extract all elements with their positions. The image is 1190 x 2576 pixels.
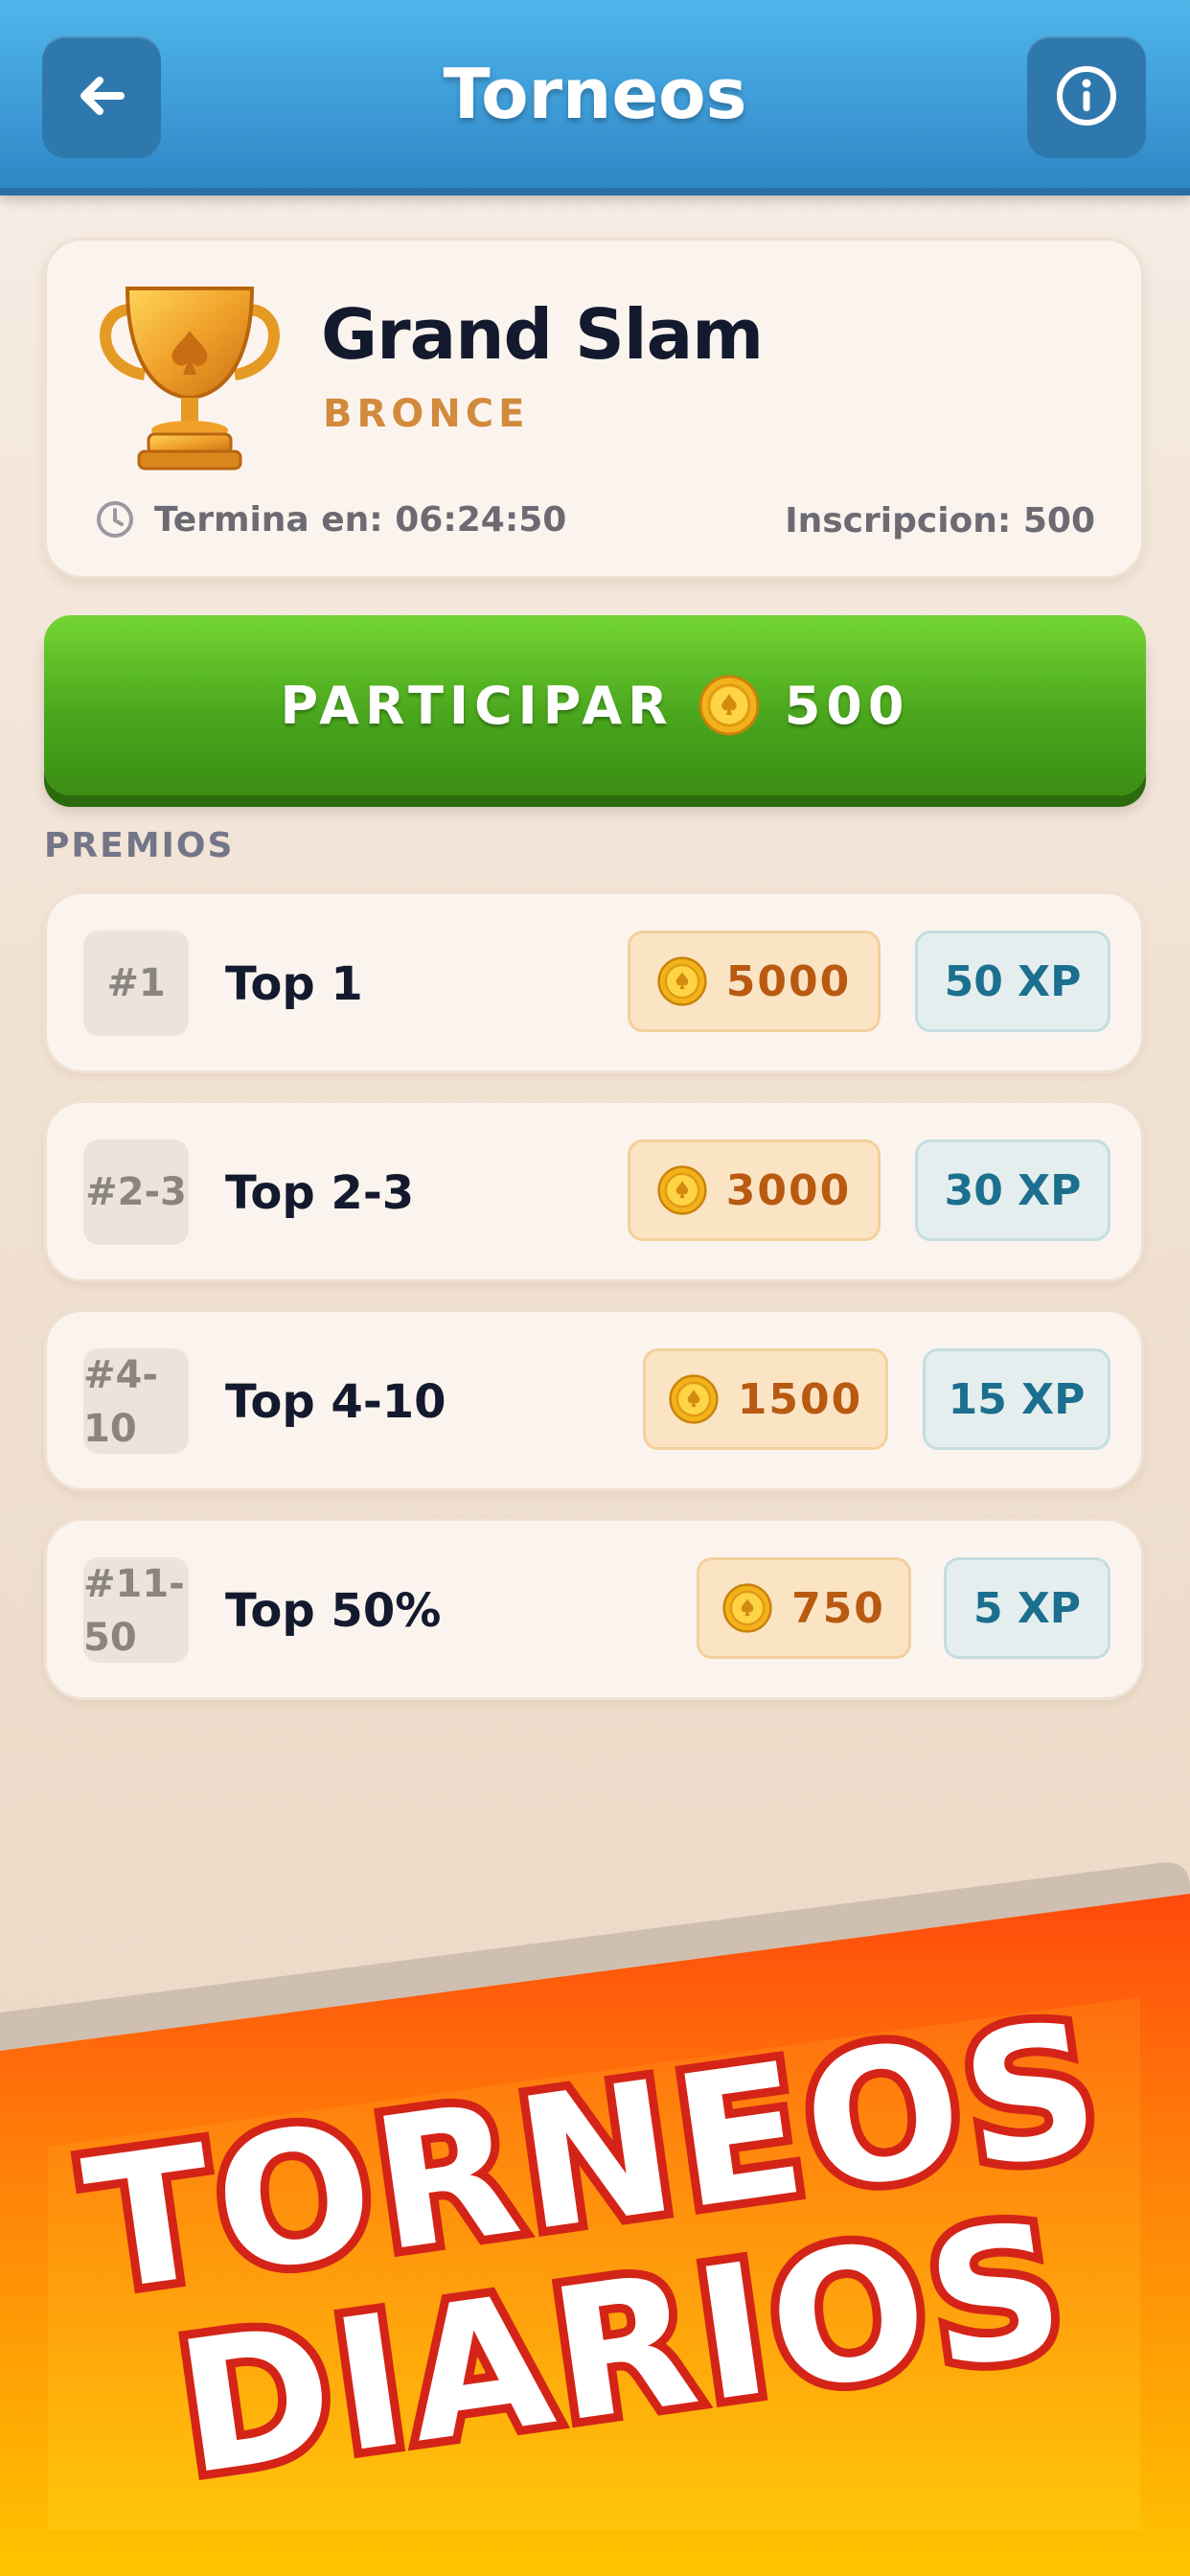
info-button[interactable] (1027, 36, 1146, 155)
top-bar: Torneos (0, 0, 1190, 196)
coin-amount: 1500 (737, 1374, 863, 1424)
prize-row: #11-50 Top 50% 750 5 XP (44, 1518, 1144, 1700)
coin-reward: 3000 (628, 1139, 881, 1241)
clock-icon (97, 501, 133, 538)
xp-reward: 15 XP (923, 1348, 1110, 1450)
prize-label: Top 2-3 (225, 1166, 415, 1220)
coin-amount: 750 (791, 1583, 885, 1633)
rank-badge: #2-3 (83, 1139, 189, 1245)
prize-label: Top 50% (225, 1584, 442, 1638)
rank-badge: #11-50 (83, 1557, 189, 1663)
coin-reward: 5000 (628, 931, 881, 1032)
countdown: Termina en: 06:24:50 (95, 499, 566, 540)
page-title: Torneos (443, 54, 747, 134)
prizes-section-label: PREMIOS (44, 826, 235, 865)
coin-icon (722, 1583, 772, 1633)
participate-button[interactable]: PARTICIPAR 500 (44, 615, 1146, 795)
promo-banner: TORNEOS DIARIOS (0, 1840, 1190, 2576)
tournament-card: Grand Slam BRONCE Termina en: 06:24:50 I… (44, 238, 1144, 579)
prize-label: Top 1 (225, 957, 363, 1011)
coin-reward: 1500 (643, 1348, 888, 1450)
coin-amount: 5000 (725, 956, 852, 1006)
tournament-name: Grand Slam (321, 294, 764, 375)
prize-label: Top 4-10 (225, 1375, 446, 1429)
prize-row: #1 Top 1 5000 50 XP (44, 891, 1144, 1073)
prize-row: #2-3 Top 2-3 3000 30 XP (44, 1100, 1144, 1282)
rank-badge: #1 (83, 931, 189, 1036)
coin-reward: 750 (697, 1557, 911, 1659)
coin-icon (669, 1374, 719, 1424)
coin-icon (657, 1165, 707, 1215)
info-icon (1057, 66, 1116, 126)
xp-reward: 30 XP (915, 1139, 1110, 1241)
xp-reward: 50 XP (915, 931, 1110, 1032)
countdown-label: Termina en: 06:24:50 (154, 499, 567, 540)
trophy-icon (100, 287, 280, 471)
tournament-tier: BRONCE (323, 392, 530, 436)
coin-icon (657, 956, 707, 1006)
participate-label: PARTICIPAR (280, 675, 674, 736)
prize-row: #4-10 Top 4-10 1500 15 XP (44, 1309, 1144, 1491)
participate-price: 500 (784, 675, 910, 736)
coin-amount: 3000 (725, 1165, 852, 1215)
coin-icon (698, 675, 760, 736)
entry-fee: Inscripcion: 500 (785, 501, 1095, 540)
xp-reward: 5 XP (944, 1557, 1110, 1659)
rank-badge: #4-10 (83, 1348, 189, 1454)
